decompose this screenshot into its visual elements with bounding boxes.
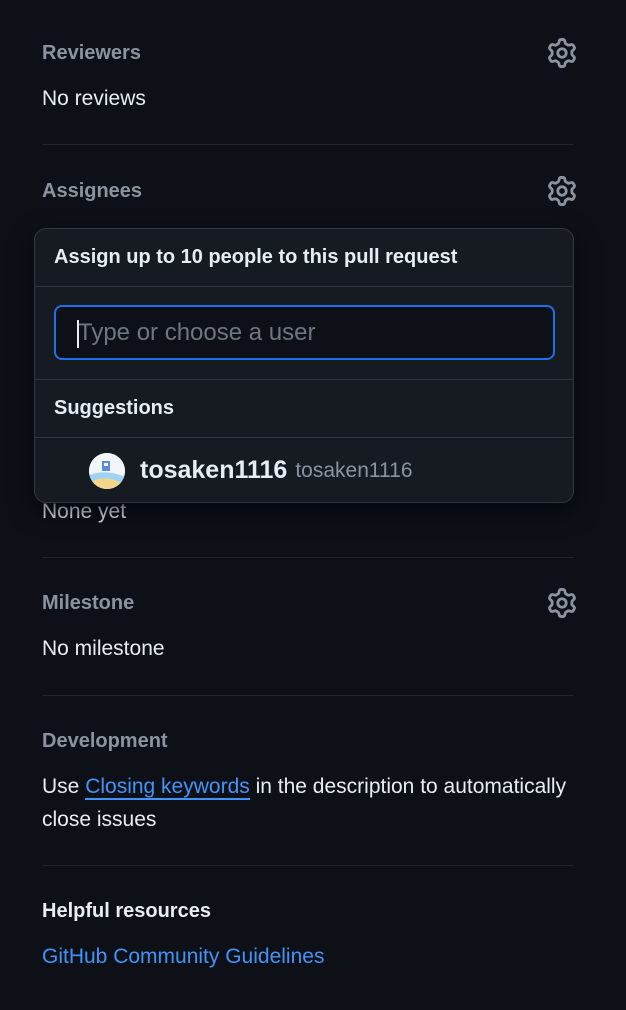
assignees-gear-icon[interactable] xyxy=(546,175,578,207)
reviewers-value: No reviews xyxy=(42,87,146,110)
text-cursor xyxy=(77,320,79,348)
assignees-section: Assignees xyxy=(42,176,576,206)
development-description: Use Closing keywords in the description … xyxy=(42,770,574,836)
milestone-value: No milestone xyxy=(42,637,165,660)
suggestion-name: tosaken1116 xyxy=(295,458,413,482)
assignees-popover: Assign up to 10 people to this pull requ… xyxy=(34,228,574,503)
development-header: Development xyxy=(42,726,574,756)
divider xyxy=(42,144,574,145)
popover-filter xyxy=(35,287,573,380)
helpful-resources-title: Helpful resources xyxy=(42,900,211,922)
milestone-header: Milestone xyxy=(42,588,576,618)
suggestion-login: tosaken1116 xyxy=(140,456,288,484)
gear-icon xyxy=(548,38,576,68)
community-guidelines-link[interactable]: GitHub Community Guidelines xyxy=(42,942,324,972)
helpful-resources-section: Helpful resources GitHub Community Guide… xyxy=(42,896,574,972)
reviewers-gear-icon[interactable] xyxy=(546,37,578,69)
avatar-icon xyxy=(89,452,125,489)
closing-keywords-link[interactable]: Closing keywords xyxy=(85,775,250,800)
assignees-header: Assignees xyxy=(42,176,576,206)
reviewers-header: Reviewers xyxy=(42,38,576,68)
suggestion-item[interactable]: tosaken1116 tosaken1116 xyxy=(35,438,573,502)
user-search-input[interactable] xyxy=(54,305,555,360)
divider xyxy=(42,865,574,866)
reviewers-section: Reviewers No reviews xyxy=(42,38,576,114)
milestone-title[interactable]: Milestone xyxy=(42,588,574,618)
milestone-section: Milestone No milestone xyxy=(42,588,576,664)
development-title: Development xyxy=(42,730,168,752)
gear-icon xyxy=(548,588,576,618)
popover-header: Assign up to 10 people to this pull requ… xyxy=(35,229,573,287)
avatar xyxy=(89,452,125,489)
reviewers-title[interactable]: Reviewers xyxy=(42,38,574,68)
development-text-before: Use xyxy=(42,775,86,798)
development-section: Development Use Closing keywords in the … xyxy=(42,726,574,836)
suggestions-header: Suggestions xyxy=(35,380,573,438)
divider xyxy=(42,557,574,558)
divider xyxy=(42,695,574,696)
milestone-gear-icon[interactable] xyxy=(546,587,578,619)
assignees-title[interactable]: Assignees xyxy=(42,176,574,206)
pr-sidebar: Reviewers No reviews Assignees None yet … xyxy=(0,0,626,1010)
gear-icon xyxy=(548,176,576,206)
